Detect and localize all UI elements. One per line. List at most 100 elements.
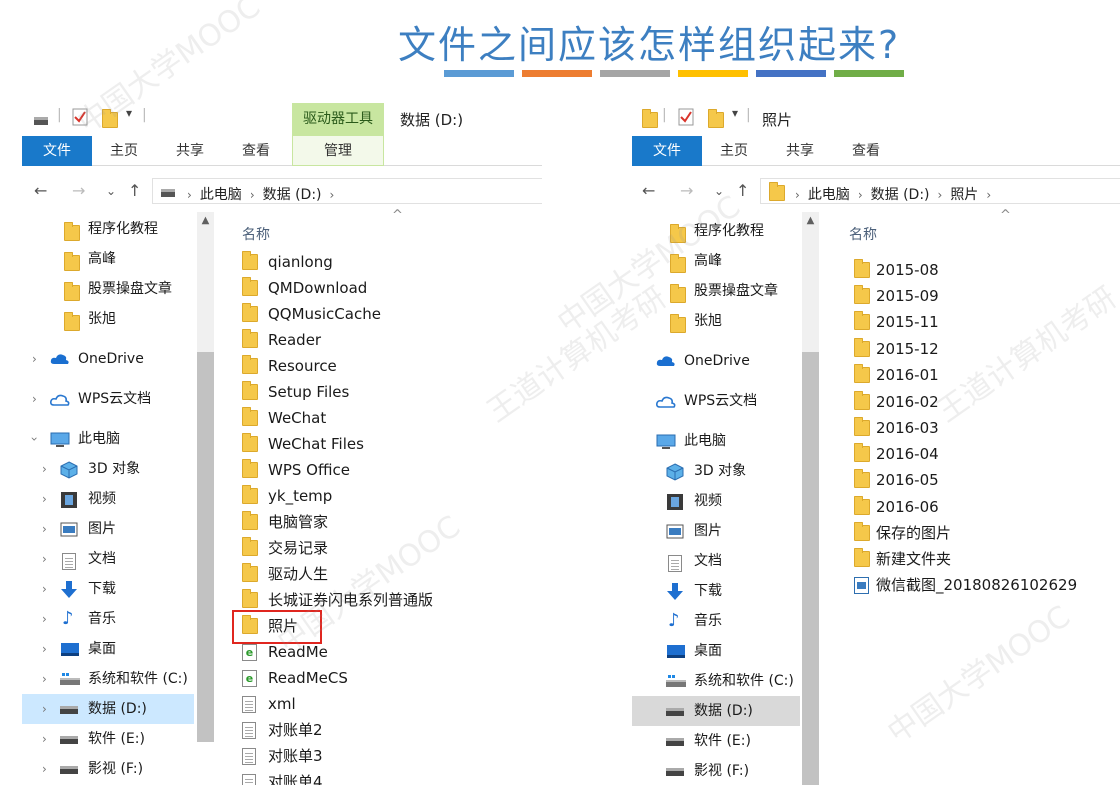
scroll-thumb[interactable] [197,352,214,742]
nav-item-onedrive[interactable]: OneDrive [632,346,800,376]
tab-share[interactable]: 共享 [778,136,822,166]
nav-item-this-pc[interactable]: › 此电脑 [22,424,194,454]
up-arrow-icon[interactable]: ↑ [736,181,749,200]
breadcrumb-item[interactable]: 此电脑 [808,187,850,203]
chevron-right-icon[interactable]: › [32,384,37,414]
nav-item[interactable]: 张旭 [632,306,800,336]
nav-item-downloads[interactable]: 下载 [632,576,800,606]
forward-arrow-icon[interactable]: → [680,181,693,200]
drive-tools-context-tab[interactable]: 驱动器工具 [292,103,384,136]
nav-item-wps-cloud[interactable]: WPS云文档 [632,386,800,416]
tab-file[interactable]: 文件 [632,136,702,166]
file-name: 2016-02 [876,393,939,411]
nav-item-onedrive[interactable]: › OneDrive [22,344,194,374]
quick-access-toolbar: | ▾ | 照片 [632,100,1120,136]
nav-item-music[interactable]: ♪ 音乐 [632,606,800,636]
back-arrow-icon[interactable]: ← [34,181,47,200]
chevron-right-icon[interactable]: › [42,694,47,724]
nav-item-label: WPS云文档 [78,391,152,407]
breadcrumb-item[interactable]: 数据 (D:) [871,187,930,203]
nav-pane-scrollbar[interactable]: ▲ [197,212,214,742]
nav-item-drive-e[interactable]: 软件 (E:) [632,726,800,756]
tab-view[interactable]: 查看 [234,136,278,166]
nav-item[interactable]: 张旭 [22,304,194,334]
qat-dropdown-icon[interactable]: ▾ [126,106,132,120]
tab-home[interactable]: 主页 [102,136,146,166]
nav-item-documents[interactable]: 文档 [632,546,800,576]
nav-pane-scrollbar[interactable]: ▲ [802,212,819,785]
chevron-right-icon[interactable]: › [42,724,47,754]
chevron-right-icon[interactable]: › [42,574,47,604]
nav-item-pictures[interactable]: › 图片 [22,514,194,544]
nav-item[interactable]: 股票操盘文章 [22,274,194,304]
nav-item-music[interactable]: › ♪ 音乐 [22,604,194,634]
address-bar[interactable]: › 此电脑 › 数据 (D:) › [152,178,542,204]
chevron-right-icon[interactable]: › [32,344,37,374]
nav-item[interactable]: 高峰 [22,244,194,274]
nav-item-label: WPS云文档 [684,393,758,409]
nav-item-downloads[interactable]: › 下载 [22,574,194,604]
nav-item-drive-e[interactable]: › 软件 (E:) [22,724,194,754]
column-header-name[interactable]: 名称 [242,224,270,244]
column-header-name[interactable]: 名称 [849,224,877,244]
tab-view[interactable]: 查看 [844,136,888,166]
nav-item-3d-objects[interactable]: › 3D 对象 [22,454,194,484]
new-folder-icon[interactable] [102,109,118,128]
properties-icon[interactable] [72,108,88,126]
nav-item-desktop[interactable]: › 桌面 [22,634,194,664]
nav-item[interactable]: 程序化教程 [22,214,194,244]
breadcrumb-item[interactable]: 此电脑 [200,187,242,203]
nav-item-label: 系统和软件 (C:) [694,673,794,689]
forward-arrow-icon[interactable]: → [72,181,85,200]
chevron-right-icon[interactable]: › [42,754,47,784]
nav-item-desktop[interactable]: 桌面 [632,636,800,666]
new-folder-icon[interactable] [708,109,724,128]
up-arrow-icon[interactable]: ↑ [128,181,141,200]
chevron-right-icon[interactable]: › [42,544,47,574]
pc-icon [656,434,676,449]
drive-icon [161,189,175,197]
chevron-right-icon[interactable]: › [42,514,47,544]
tab-share[interactable]: 共享 [168,136,212,166]
nav-item-drive-d[interactable]: 数据 (D:) [632,696,800,726]
nav-item-videos[interactable]: › 视频 [22,484,194,514]
chevron-down-icon[interactable]: › [22,437,49,442]
scroll-up-arrow-icon[interactable]: ▲ [197,212,214,229]
tab-file[interactable]: 文件 [22,136,92,166]
scroll-thumb[interactable] [802,352,819,785]
nav-item[interactable]: 程序化教程 [632,216,800,246]
color-bar [600,70,670,77]
nav-item-3d-objects[interactable]: 3D 对象 [632,456,800,486]
drive-icon [666,708,684,716]
breadcrumb-item[interactable]: 照片 [950,187,978,203]
breadcrumb-item[interactable]: 数据 (D:) [263,187,322,203]
address-bar[interactable]: › 此电脑 › 数据 (D:) › 照片 › [760,178,1120,204]
recent-locations-icon[interactable]: ⌄ [106,184,116,198]
nav-item[interactable]: 高峰 [632,246,800,276]
nav-item-drive-c[interactable]: › 系统和软件 (C:) [22,664,194,694]
nav-item-drive-f[interactable]: 影视 (F:) [632,756,800,785]
nav-item-drive-d[interactable]: › 数据 (D:) [22,694,194,724]
folder-icon [64,222,80,241]
nav-item-videos[interactable]: 视频 [632,486,800,516]
nav-item-documents[interactable]: › 文档 [22,544,194,574]
chevron-right-icon[interactable]: › [42,484,47,514]
download-icon [61,581,77,598]
nav-item-wps-cloud[interactable]: › WPS云文档 [22,384,194,414]
nav-item-drive-f[interactable]: › 影视 (F:) [22,754,194,784]
chevron-right-icon[interactable]: › [42,454,47,484]
chevron-right-icon[interactable]: › [42,664,47,694]
properties-icon[interactable] [678,108,694,126]
chevron-right-icon[interactable]: › [42,604,47,634]
qat-dropdown-icon[interactable]: ▾ [732,106,738,120]
nav-item-drive-c[interactable]: 系统和软件 (C:) [632,666,800,696]
recent-locations-icon[interactable]: ⌄ [714,184,724,198]
scroll-up-arrow-icon[interactable]: ▲ [802,212,819,229]
nav-item[interactable]: 股票操盘文章 [632,276,800,306]
tab-manage[interactable]: 管理 [292,136,384,166]
chevron-right-icon[interactable]: › [42,634,47,664]
back-arrow-icon[interactable]: ← [642,181,655,200]
nav-item-pictures[interactable]: 图片 [632,516,800,546]
nav-item-this-pc[interactable]: 此电脑 [632,426,800,456]
tab-home[interactable]: 主页 [712,136,756,166]
